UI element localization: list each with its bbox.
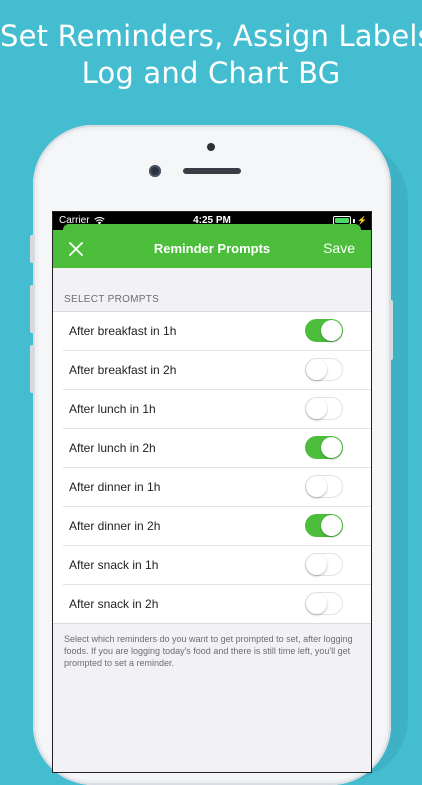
section-footer: Select which reminders do you want to ge… <box>64 634 353 668</box>
prompt-label: After lunch in 2h <box>69 441 156 455</box>
proximity-sensor <box>207 143 215 151</box>
prompt-label: After snack in 1h <box>69 558 159 572</box>
power-button <box>389 300 393 360</box>
marketing-headline: Set Reminders, Assign Labels Log and Cha… <box>0 18 422 92</box>
section-header: SELECT PROMPTS <box>64 294 160 305</box>
prompt-label: After snack in 2h <box>69 597 159 611</box>
navigation-bar: Reminder Prompts Save <box>53 224 371 268</box>
list-item: After breakfast in 1h <box>63 312 371 351</box>
prompt-toggle[interactable] <box>305 436 343 459</box>
volume-down-button <box>30 345 34 393</box>
charging-icon: ⚡ <box>357 216 367 225</box>
earpiece-speaker <box>183 168 241 174</box>
headline-line-1: Set Reminders, Assign Labels <box>0 19 422 53</box>
volume-up-button <box>30 285 34 333</box>
prompt-toggle[interactable] <box>305 514 343 537</box>
prompt-toggle[interactable] <box>305 592 343 615</box>
list-item: After dinner in 1h <box>63 468 371 507</box>
settings-content: SELECT PROMPTS After breakfast in 1h Aft… <box>53 268 371 772</box>
prompt-toggle[interactable] <box>305 358 343 381</box>
mute-switch <box>30 235 34 263</box>
prompt-label: After dinner in 2h <box>69 519 161 533</box>
front-camera <box>149 165 161 177</box>
list-item: After snack in 1h <box>63 546 371 585</box>
prompt-label: After breakfast in 1h <box>69 324 177 338</box>
phone-screen: Carrier 4:25 PM ⚡ Reminder Prompts Save … <box>52 211 372 773</box>
headline-line-2: Log and Chart BG <box>81 56 341 90</box>
save-button[interactable]: Save <box>323 240 355 256</box>
list-item: After breakfast in 2h <box>63 351 371 390</box>
list-item: After dinner in 2h <box>63 507 371 546</box>
prompt-list: After breakfast in 1h After breakfast in… <box>53 311 371 624</box>
prompt-label: After dinner in 1h <box>69 480 161 494</box>
prompt-toggle[interactable] <box>305 475 343 498</box>
list-item: After snack in 2h <box>63 585 371 623</box>
prompt-toggle[interactable] <box>305 553 343 576</box>
prompt-toggle[interactable] <box>305 397 343 420</box>
prompt-label: After breakfast in 2h <box>69 363 177 377</box>
list-item: After lunch in 1h <box>63 390 371 429</box>
sheet-handle <box>63 224 361 230</box>
prompt-toggle[interactable] <box>305 319 343 342</box>
list-item: After lunch in 2h <box>63 429 371 468</box>
prompt-label: After lunch in 1h <box>69 402 156 416</box>
